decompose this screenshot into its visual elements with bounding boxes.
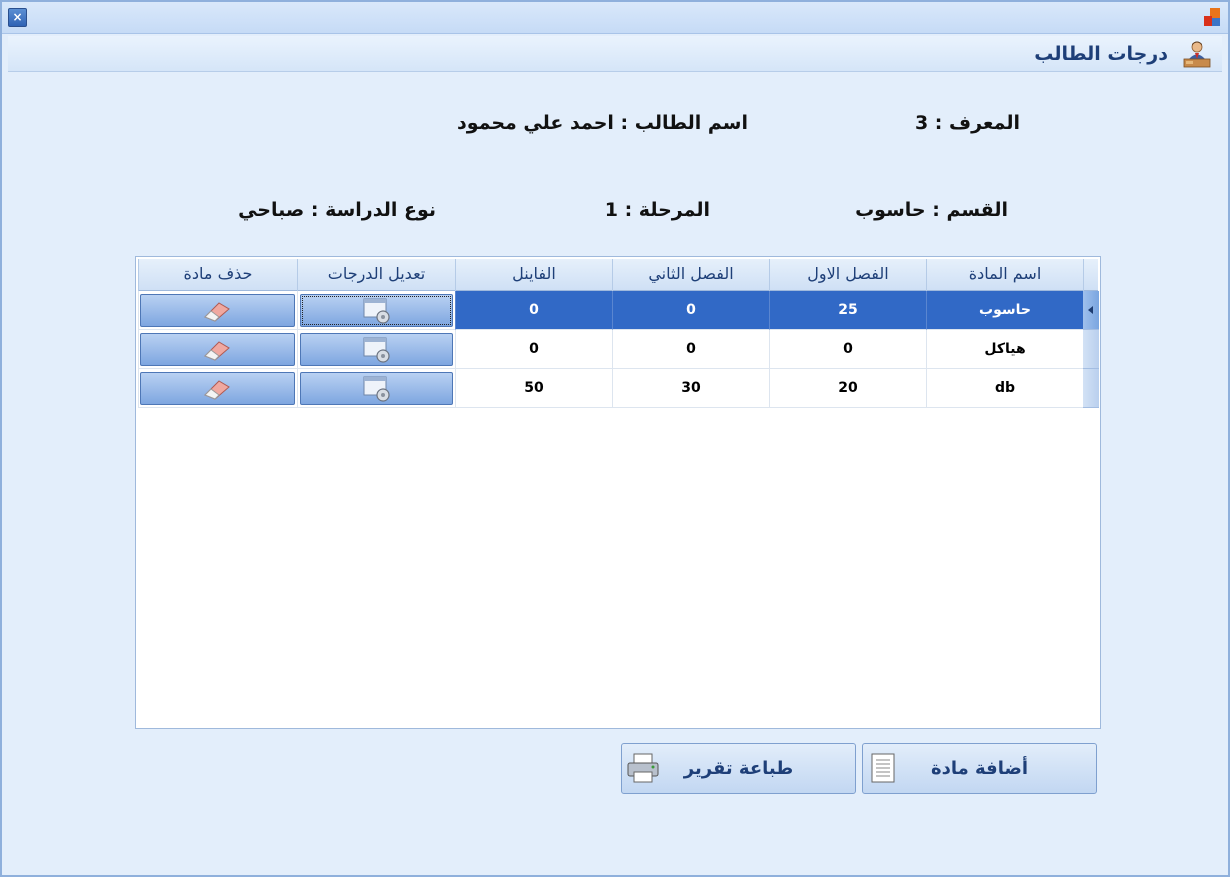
app-logo-icon (1202, 8, 1222, 28)
delete-cell (138, 369, 297, 408)
settings-window-icon (363, 298, 390, 324)
edit-grades-button[interactable] (300, 294, 453, 327)
grid-header: اسم المادة الفصل الاول الفصل الثاني الفا… (138, 259, 1098, 291)
settings-window-icon (363, 337, 390, 363)
column-header-edit-grades[interactable]: تعديل الدرجات (297, 259, 455, 291)
grades-grid[interactable]: اسم المادة الفصل الاول الفصل الثاني الفا… (135, 256, 1101, 729)
first-term-cell[interactable]: 20 (769, 369, 926, 408)
student-name: اسم الطالب : احمد علي محمود (456, 112, 748, 134)
eraser-icon (203, 340, 230, 361)
add-subject-label: أضافة مادة (930, 758, 1029, 779)
first-term-cell[interactable]: 25 (769, 291, 926, 330)
window: × درجات الطالب المعرف : 3 اسم الطالب : ا… (0, 0, 1230, 877)
stage: المرحلة : 1 (604, 199, 710, 221)
subject-cell[interactable]: حاسوب (926, 291, 1083, 330)
first-term-cell[interactable]: 0 (769, 330, 926, 369)
row-header-corner (1083, 259, 1098, 291)
final-cell[interactable]: 0 (455, 330, 612, 369)
delete-subject-button[interactable] (140, 372, 295, 405)
print-report-button[interactable]: طباعة تقرير (621, 743, 856, 794)
subject-cell[interactable]: هياكل (926, 330, 1083, 369)
edit-cell (297, 330, 455, 369)
column-header-delete-subject[interactable]: حذف مادة (138, 259, 297, 291)
table-row[interactable]: هياكل 0 0 0 (138, 330, 1099, 369)
second-term-cell[interactable]: 0 (612, 330, 769, 369)
edit-grades-button[interactable] (300, 333, 453, 366)
user-desk-icon (1183, 41, 1211, 68)
eraser-icon (203, 379, 230, 400)
second-term-cell[interactable]: 0 (612, 291, 769, 330)
edit-cell (297, 291, 455, 330)
table-row[interactable]: حاسوب 25 0 0 (138, 291, 1099, 330)
add-subject-button[interactable]: أضافة مادة (862, 743, 1097, 794)
final-cell[interactable]: 0 (455, 291, 612, 330)
column-header-first-term[interactable]: الفصل الاول (769, 259, 926, 291)
row-indicator[interactable] (1083, 369, 1099, 408)
subject-cell[interactable]: db (926, 369, 1083, 408)
edit-grades-button[interactable] (300, 372, 453, 405)
delete-cell (138, 330, 297, 369)
department: القسم : حاسوب (855, 199, 1008, 221)
eraser-icon (203, 301, 230, 322)
delete-cell (138, 291, 297, 330)
edit-cell (297, 369, 455, 408)
column-header-second-term[interactable]: الفصل الثاني (612, 259, 769, 291)
row-indicator[interactable] (1083, 330, 1099, 369)
close-button[interactable]: × (8, 8, 27, 27)
page-title: درجات الطالب (1034, 43, 1168, 65)
column-header-final[interactable]: الفاينل (455, 259, 612, 291)
study-type: نوع الدراسة : صباحي (238, 199, 436, 221)
current-row-arrow-icon (1088, 306, 1093, 314)
delete-subject-button[interactable] (140, 333, 295, 366)
table-row[interactable]: db 20 30 50 (138, 369, 1099, 408)
print-report-label: طباعة تقرير (683, 758, 794, 779)
final-cell[interactable]: 50 (455, 369, 612, 408)
row-indicator[interactable] (1083, 291, 1099, 330)
student-id: المعرف : 3 (914, 112, 1020, 134)
settings-window-icon (363, 376, 390, 402)
delete-subject-button[interactable] (140, 294, 295, 327)
title-bar: × (2, 2, 1228, 34)
column-header-subject[interactable]: اسم المادة (926, 259, 1083, 291)
form-header: درجات الطالب (8, 36, 1222, 72)
second-term-cell[interactable]: 30 (612, 369, 769, 408)
